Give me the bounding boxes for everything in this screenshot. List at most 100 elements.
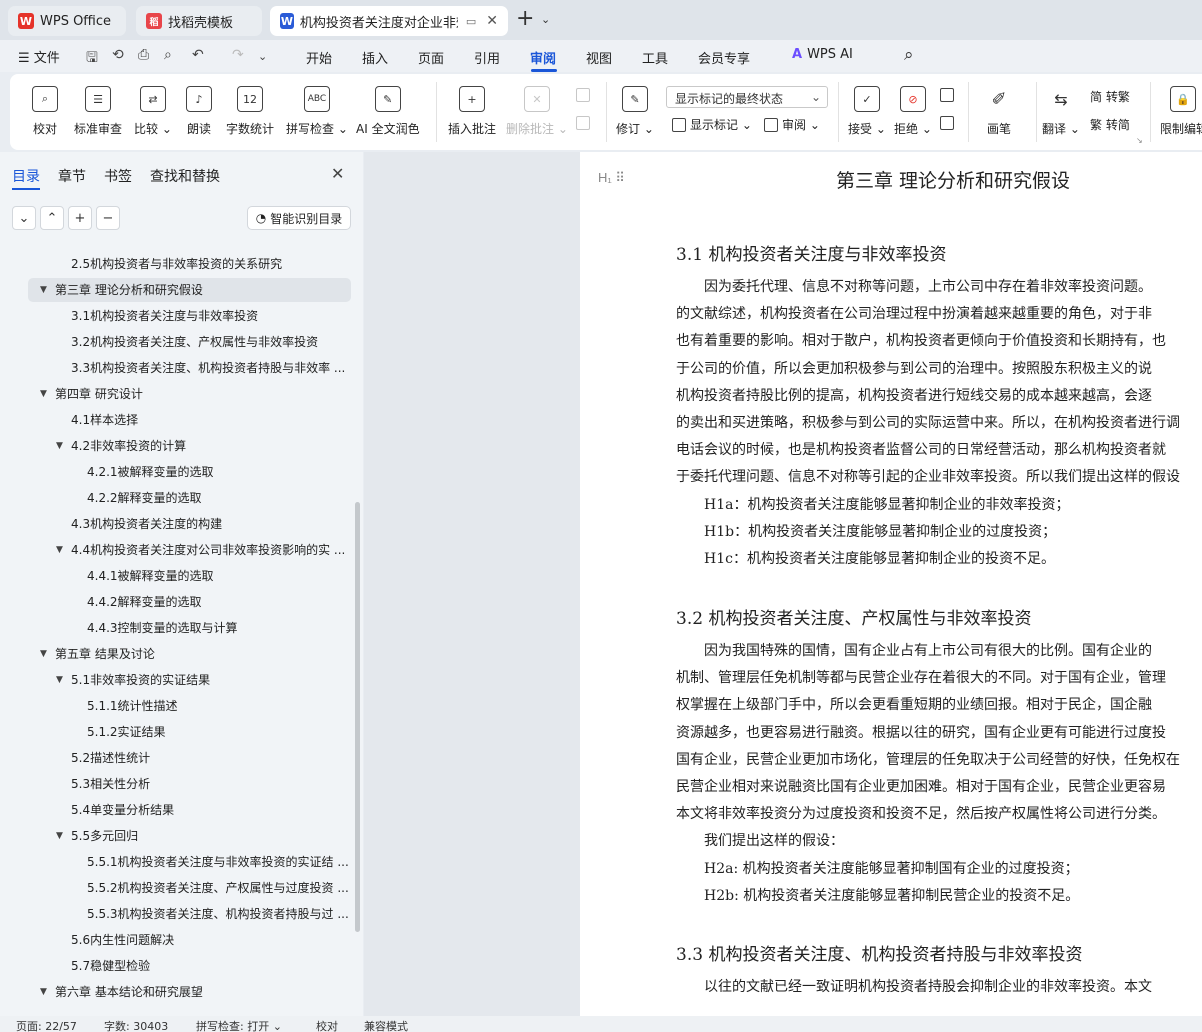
toc-item[interactable]: 5.2描述性统计: [71, 746, 350, 770]
print-preview-icon[interactable]: ⌕: [164, 47, 172, 63]
menu-insert[interactable]: 插入: [362, 48, 388, 67]
pen-button[interactable]: ✐ 画笔: [986, 86, 1012, 137]
word-count-button[interactable]: 12 字数统计: [226, 86, 274, 137]
close-icon[interactable]: ✕: [486, 13, 498, 29]
toc-item[interactable]: 5.5.3机构投资者关注度、机构投资者持股与过 ...: [87, 902, 350, 926]
wps-ai-button[interactable]: A WPS AI: [792, 47, 853, 62]
toc-item[interactable]: 第三章 理论分析和研究假设: [55, 278, 350, 302]
dialog-launcher-icon[interactable]: ↘: [1136, 136, 1143, 145]
document-page[interactable]: H₁ ⠿ 第三章 理论分析和研究假设 3.1 机构投资者关注度与非效率投资 因为委…: [580, 152, 1202, 1016]
chevron-down-icon[interactable]: ⌄: [541, 13, 550, 26]
toc-item[interactable]: 4.4.1被解释变量的选取: [87, 564, 350, 588]
print-icon[interactable]: ⎙: [138, 47, 149, 63]
share-icon[interactable]: ⟲: [112, 47, 124, 63]
heading-drag-handle-icon[interactable]: H₁ ⠿: [598, 170, 625, 186]
to-traditional-button[interactable]: 简 转繁: [1090, 88, 1130, 105]
toc-item[interactable]: 2.5机构投资者与非效率投资的关系研究: [71, 252, 350, 276]
toc-item[interactable]: 5.5多元回归: [71, 824, 350, 848]
toc-item[interactable]: 第四章 研究设计: [55, 382, 350, 406]
toc-item[interactable]: 4.4.2解释变量的选取: [87, 590, 350, 614]
collapse-down-button[interactable]: ⌄: [12, 206, 36, 230]
page-counter[interactable]: 页面: 22/57: [16, 1018, 77, 1032]
toc-item[interactable]: 5.5.2机构投资者关注度、产权属性与过度投资 ...: [87, 876, 350, 900]
expand-caret-icon[interactable]: ▼: [40, 382, 47, 406]
toc-item[interactable]: 第五章 结果及讨论: [55, 642, 350, 666]
prev-comment-icon[interactable]: [576, 88, 594, 102]
redo-icon[interactable]: ↷: [232, 47, 244, 63]
smart-toc-button[interactable]: ◔ 智能识别目录: [247, 206, 351, 230]
tab-current-document[interactable]: W 机构投资者关注度对企业非效率 ▭ ✕: [270, 6, 508, 36]
tab-wps-office[interactable]: W WPS Office: [8, 6, 126, 36]
standard-review-button[interactable]: ☰ 标准审查: [74, 86, 122, 137]
spell-check-button[interactable]: ABC 拼写检查 ⌄: [286, 86, 348, 137]
track-changes-button[interactable]: ✎ 修订 ⌄: [616, 86, 654, 137]
read-aloud-button[interactable]: ♪ 朗读: [186, 86, 212, 137]
toc-item[interactable]: 5.1.2实证结果: [87, 720, 350, 744]
toc-item[interactable]: 4.2.2解释变量的选取: [87, 486, 350, 510]
spell-check-status[interactable]: 拼写检查: 打开 ⌄: [196, 1018, 282, 1032]
expand-caret-icon[interactable]: ▼: [40, 980, 47, 1004]
expand-caret-icon[interactable]: ▼: [56, 824, 63, 848]
quick-access-more-icon[interactable]: ⌄: [258, 50, 267, 63]
tab-docer-templates[interactable]: 稻 找稻壳模板: [136, 6, 262, 36]
collapse-up-button[interactable]: ⌃: [40, 206, 64, 230]
toc-item[interactable]: 4.4机构投资者关注度对公司非效率投资影响的实 ...: [71, 538, 350, 562]
accept-button[interactable]: ✓ 接受 ⌄: [848, 86, 886, 137]
compare-button[interactable]: ⇄ 比较 ⌄: [134, 86, 172, 137]
toc-item[interactable]: 5.7稳健型检验: [71, 954, 350, 978]
toc-item[interactable]: 5.6内生性问题解决: [71, 928, 350, 952]
undo-icon[interactable]: ↶: [192, 47, 204, 63]
expand-caret-icon[interactable]: ▼: [56, 668, 63, 692]
menu-member[interactable]: 会员专享: [698, 48, 750, 67]
review-pane-button[interactable]: 审阅 ⌄: [764, 116, 820, 133]
prev-change-icon[interactable]: [940, 88, 958, 102]
toc-item[interactable]: 5.3相关性分析: [71, 772, 350, 796]
collapse-button[interactable]: −: [96, 206, 120, 230]
next-comment-icon[interactable]: [576, 116, 594, 130]
toc-item[interactable]: 4.1样本选择: [71, 408, 350, 432]
search-icon[interactable]: ⌕: [904, 45, 914, 65]
menu-review[interactable]: 审阅: [530, 48, 556, 67]
menu-references[interactable]: 引用: [474, 48, 500, 67]
menu-view[interactable]: 视图: [586, 48, 612, 67]
expand-caret-icon[interactable]: ▼: [56, 538, 63, 562]
show-markup-button[interactable]: 显示标记 ⌄: [672, 116, 752, 133]
save-icon[interactable]: 🖫: [86, 47, 98, 71]
word-counter[interactable]: 字数: 30403: [104, 1018, 168, 1032]
toc-item[interactable]: 5.1非效率投资的实证结果: [71, 668, 350, 692]
close-icon[interactable]: ✕: [331, 164, 344, 183]
delete-comment-button[interactable]: ✕ 删除批注 ⌄: [506, 86, 568, 137]
toc-item[interactable]: 4.4.3控制变量的选取与计算: [87, 616, 350, 640]
toc-item[interactable]: 3.1机构投资者关注度与非效率投资: [71, 304, 350, 328]
toc-item[interactable]: 4.2.1被解释变量的选取: [87, 460, 350, 484]
expand-caret-icon[interactable]: ▼: [40, 278, 47, 302]
toc-item[interactable]: 5.5.1机构投资者关注度与非效率投资的实证结 ...: [87, 850, 350, 874]
menu-tools[interactable]: 工具: [642, 48, 668, 67]
nav-tab-chapters[interactable]: 章节: [58, 166, 86, 186]
nav-tab-toc[interactable]: 目录: [12, 166, 40, 186]
screen-icon[interactable]: ▭: [466, 15, 476, 28]
insert-comment-button[interactable]: + 插入批注: [448, 86, 496, 137]
restrict-editing-button[interactable]: 🔒 限制编辑: [1160, 86, 1202, 137]
toc-item[interactable]: 5.1.1统计性描述: [87, 694, 350, 718]
markup-mode-select[interactable]: 显示标记的最终状态 ⌄: [666, 86, 828, 108]
next-change-icon[interactable]: [940, 116, 958, 130]
toc-item[interactable]: 4.2非效率投资的计算: [71, 434, 350, 458]
menu-page[interactable]: 页面: [418, 48, 444, 67]
toc-item[interactable]: 5.4单变量分析结果: [71, 798, 350, 822]
nav-tab-bookmarks[interactable]: 书签: [104, 166, 132, 186]
translate-button[interactable]: ⇆ 翻译 ⌄: [1042, 86, 1080, 137]
ai-polish-button[interactable]: ✎ AI 全文润色: [356, 86, 420, 137]
proofread-button[interactable]: ⌕ 校对: [32, 86, 58, 137]
expand-caret-icon[interactable]: ▼: [40, 642, 47, 666]
nav-tab-find-replace[interactable]: 查找和替换: [150, 166, 220, 186]
nav-scrollbar[interactable]: [355, 502, 360, 932]
toc-item[interactable]: 3.2机构投资者关注度、产权属性与非效率投资: [71, 330, 350, 354]
toc-item[interactable]: 3.3机构投资者关注度、机构投资者持股与非效率 ...: [71, 356, 350, 380]
reject-button[interactable]: ⊘ 拒绝 ⌄: [894, 86, 932, 137]
toc-item[interactable]: 4.3机构投资者关注度的构建: [71, 512, 350, 536]
expand-caret-icon[interactable]: ▼: [56, 434, 63, 458]
menu-home[interactable]: 开始: [306, 48, 332, 67]
file-menu[interactable]: ☰ 文件: [18, 47, 60, 66]
to-simplified-button[interactable]: 繁 转简: [1090, 116, 1130, 133]
